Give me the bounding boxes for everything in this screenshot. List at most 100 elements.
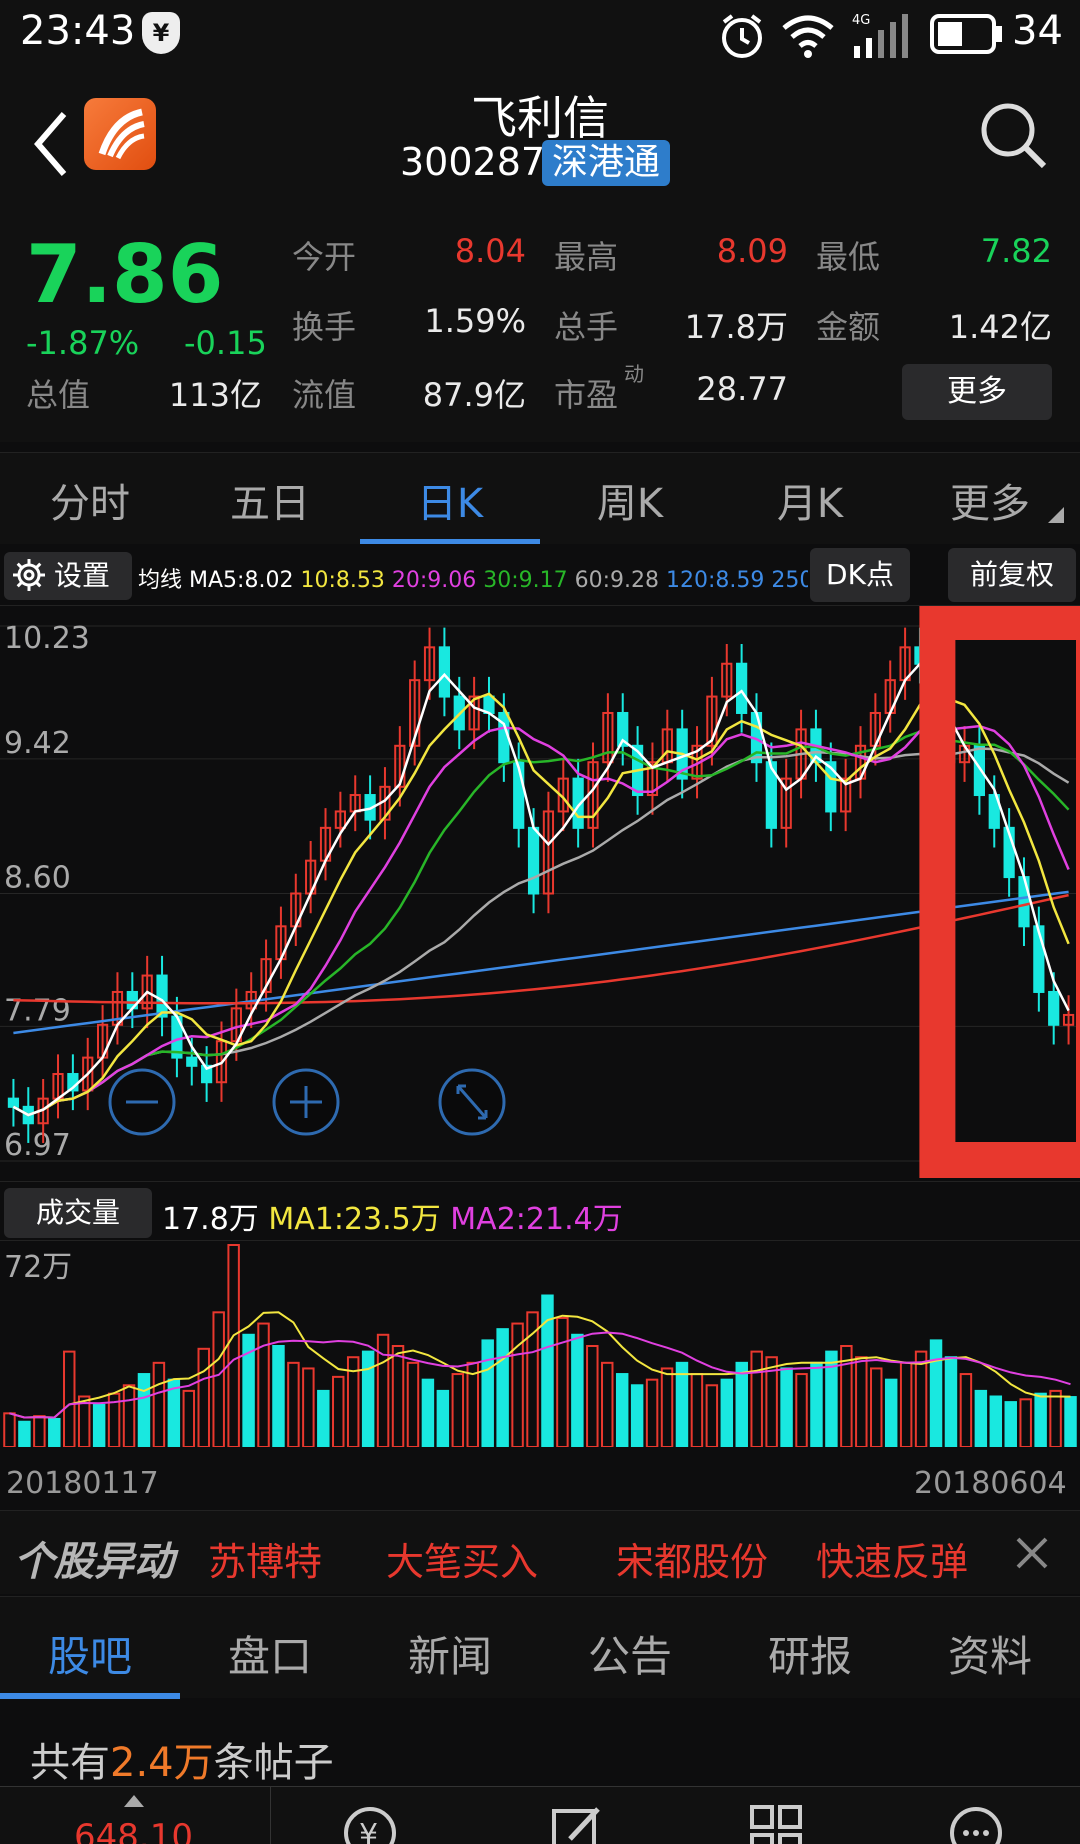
mover-item[interactable]: 快速反弹 — [816, 1531, 968, 1586]
volume-bar — [870, 1367, 883, 1447]
volume-bar — [48, 1417, 61, 1447]
more-button[interactable]: 更多 — [902, 364, 1052, 420]
stock-name: 飞利信 — [471, 91, 609, 145]
volume-header: 成交量 17.8万 MA1:23.5万 MA2:21.4万 — [0, 1181, 1080, 1241]
index-value[interactable]: 648.10 — [74, 1817, 193, 1844]
volume-bar — [750, 1350, 763, 1447]
volume-bar — [33, 1415, 46, 1447]
volume-bar — [586, 1345, 599, 1447]
volume-bar — [630, 1384, 644, 1447]
low-label: 最低 — [816, 238, 881, 276]
mover-item[interactable]: 大笔买入 — [386, 1531, 538, 1586]
movers-title: 个股异动 — [14, 1539, 174, 1585]
zoom-out-icon[interactable] — [108, 1068, 176, 1136]
y-axis-label: 8.60 — [4, 861, 71, 896]
volume-bar — [855, 1356, 868, 1447]
zoom-in-icon[interactable] — [272, 1068, 340, 1136]
volume-bar — [122, 1384, 136, 1447]
tab-intraday[interactable]: 分时 — [10, 471, 170, 529]
tab-five-day[interactable]: 五日 — [190, 471, 350, 529]
percent-change: -1.87% — [26, 324, 140, 362]
post-count-prefix: 共有 — [30, 1740, 110, 1786]
candle — [1048, 990, 1060, 1026]
edit-icon[interactable] — [548, 1799, 608, 1844]
volume-ma2: MA2:21.4万 — [450, 1202, 623, 1237]
mover-item[interactable]: 宋都股份 — [616, 1531, 768, 1586]
back-icon[interactable] — [30, 108, 72, 180]
volume-indicator-button[interactable]: 成交量 — [4, 1188, 152, 1238]
forward-adjust-button[interactable]: 前复权 — [948, 548, 1076, 602]
volume-bar — [1004, 1401, 1017, 1447]
open-label: 今开 — [292, 238, 357, 276]
volume-bar — [959, 1373, 973, 1447]
ma-values: 均线 MA5:8.02 10:8.53 20:9.06 30:9.17 60:9… — [138, 562, 808, 594]
caret-up-icon — [124, 1795, 144, 1807]
volume-bar — [63, 1350, 76, 1447]
bottom-bar: 648.10 ¥ — [0, 1786, 1080, 1844]
volume-bar — [615, 1373, 629, 1447]
date-start: 20180117 — [6, 1466, 159, 1501]
volume-bar — [556, 1316, 569, 1447]
search-icon[interactable] — [978, 100, 1048, 170]
tab-forum[interactable]: 股吧 — [0, 1623, 180, 1684]
close-icon[interactable] — [1012, 1533, 1052, 1573]
tab-research[interactable]: 研报 — [720, 1623, 900, 1684]
tab-announcements[interactable]: 公告 — [540, 1623, 720, 1684]
volume-bar — [18, 1420, 31, 1447]
volume-bar — [795, 1373, 808, 1447]
candle — [438, 646, 451, 698]
ma-row: 设置 均线 MA5:8.02 10:8.53 20:9.06 30:9.17 6… — [0, 544, 1080, 606]
high-label: 最高 — [554, 238, 619, 276]
more-icon[interactable] — [946, 1799, 1006, 1844]
volume-bar — [1019, 1398, 1032, 1447]
ma-item: 30:9.17 — [476, 568, 568, 593]
volume-bar — [720, 1378, 734, 1447]
ma-item: 250:8.61 — [771, 568, 808, 593]
tab-order-book[interactable]: 盘口 — [180, 1623, 360, 1684]
volume-bar — [571, 1333, 584, 1447]
period-tabs: 分时 五日 日K 周K 月K 更多 — [0, 452, 1080, 545]
ma60-line — [12, 747, 1070, 1117]
absolute-change: -0.15 — [184, 324, 267, 362]
volume-value: 17.8万 — [684, 308, 788, 346]
kline-chart[interactable]: 10.23 9.42 8.60 7.79 6.97 — [0, 606, 1080, 1181]
status-time: 23:43 — [20, 8, 136, 54]
volume-bar — [810, 1361, 823, 1447]
volume-chart[interactable]: 72万 — [0, 1241, 1080, 1447]
volume-bar — [481, 1339, 494, 1447]
post-count: 共有2.4万条帖子 — [30, 1730, 334, 1788]
volume-bar — [1064, 1396, 1077, 1447]
ma-item: MA5:8.02 — [189, 568, 294, 593]
tab-weekly-k[interactable]: 周K — [550, 471, 710, 529]
stock-code: 300287 — [400, 140, 546, 184]
tab-monthly-k[interactable]: 月K — [730, 471, 890, 529]
volume-bar — [137, 1373, 151, 1447]
connect-tag: 深港通 — [542, 140, 671, 186]
fullscreen-icon[interactable] — [438, 1068, 506, 1136]
tab-more[interactable]: 更多 — [910, 471, 1070, 529]
dk-point-button[interactable]: DK点 — [810, 548, 910, 602]
trade-icon[interactable]: ¥ — [340, 1799, 400, 1844]
ma-prefix: 均线 — [138, 568, 183, 593]
tab-profile[interactable]: 资料 — [900, 1623, 1080, 1684]
pe-dynamic-mark: 动 — [624, 362, 644, 386]
volume-bar — [884, 1378, 898, 1447]
volume-bar — [601, 1361, 614, 1447]
volume-bar — [257, 1322, 270, 1447]
volume-bar — [3, 1412, 16, 1447]
tab-daily-k[interactable]: 日K — [370, 471, 530, 529]
volume-bar — [1034, 1392, 1047, 1447]
mover-item[interactable]: 苏博特 — [208, 1531, 322, 1586]
status-bar: 23:43 ¥ 4G 34 — [0, 0, 1080, 70]
volume-bar — [690, 1373, 704, 1447]
gear-icon — [13, 559, 45, 591]
volume-bar — [287, 1361, 300, 1447]
volume-bar — [675, 1361, 689, 1447]
y-axis-label: 7.79 — [4, 993, 71, 1028]
tab-news[interactable]: 新闻 — [360, 1623, 540, 1684]
grid-icon[interactable] — [746, 1799, 806, 1844]
volume-bar — [197, 1347, 210, 1447]
float-cap-value: 87.9亿 — [422, 376, 526, 414]
shield-icon: ¥ — [142, 12, 180, 54]
content-tab-underline — [0, 1693, 180, 1699]
